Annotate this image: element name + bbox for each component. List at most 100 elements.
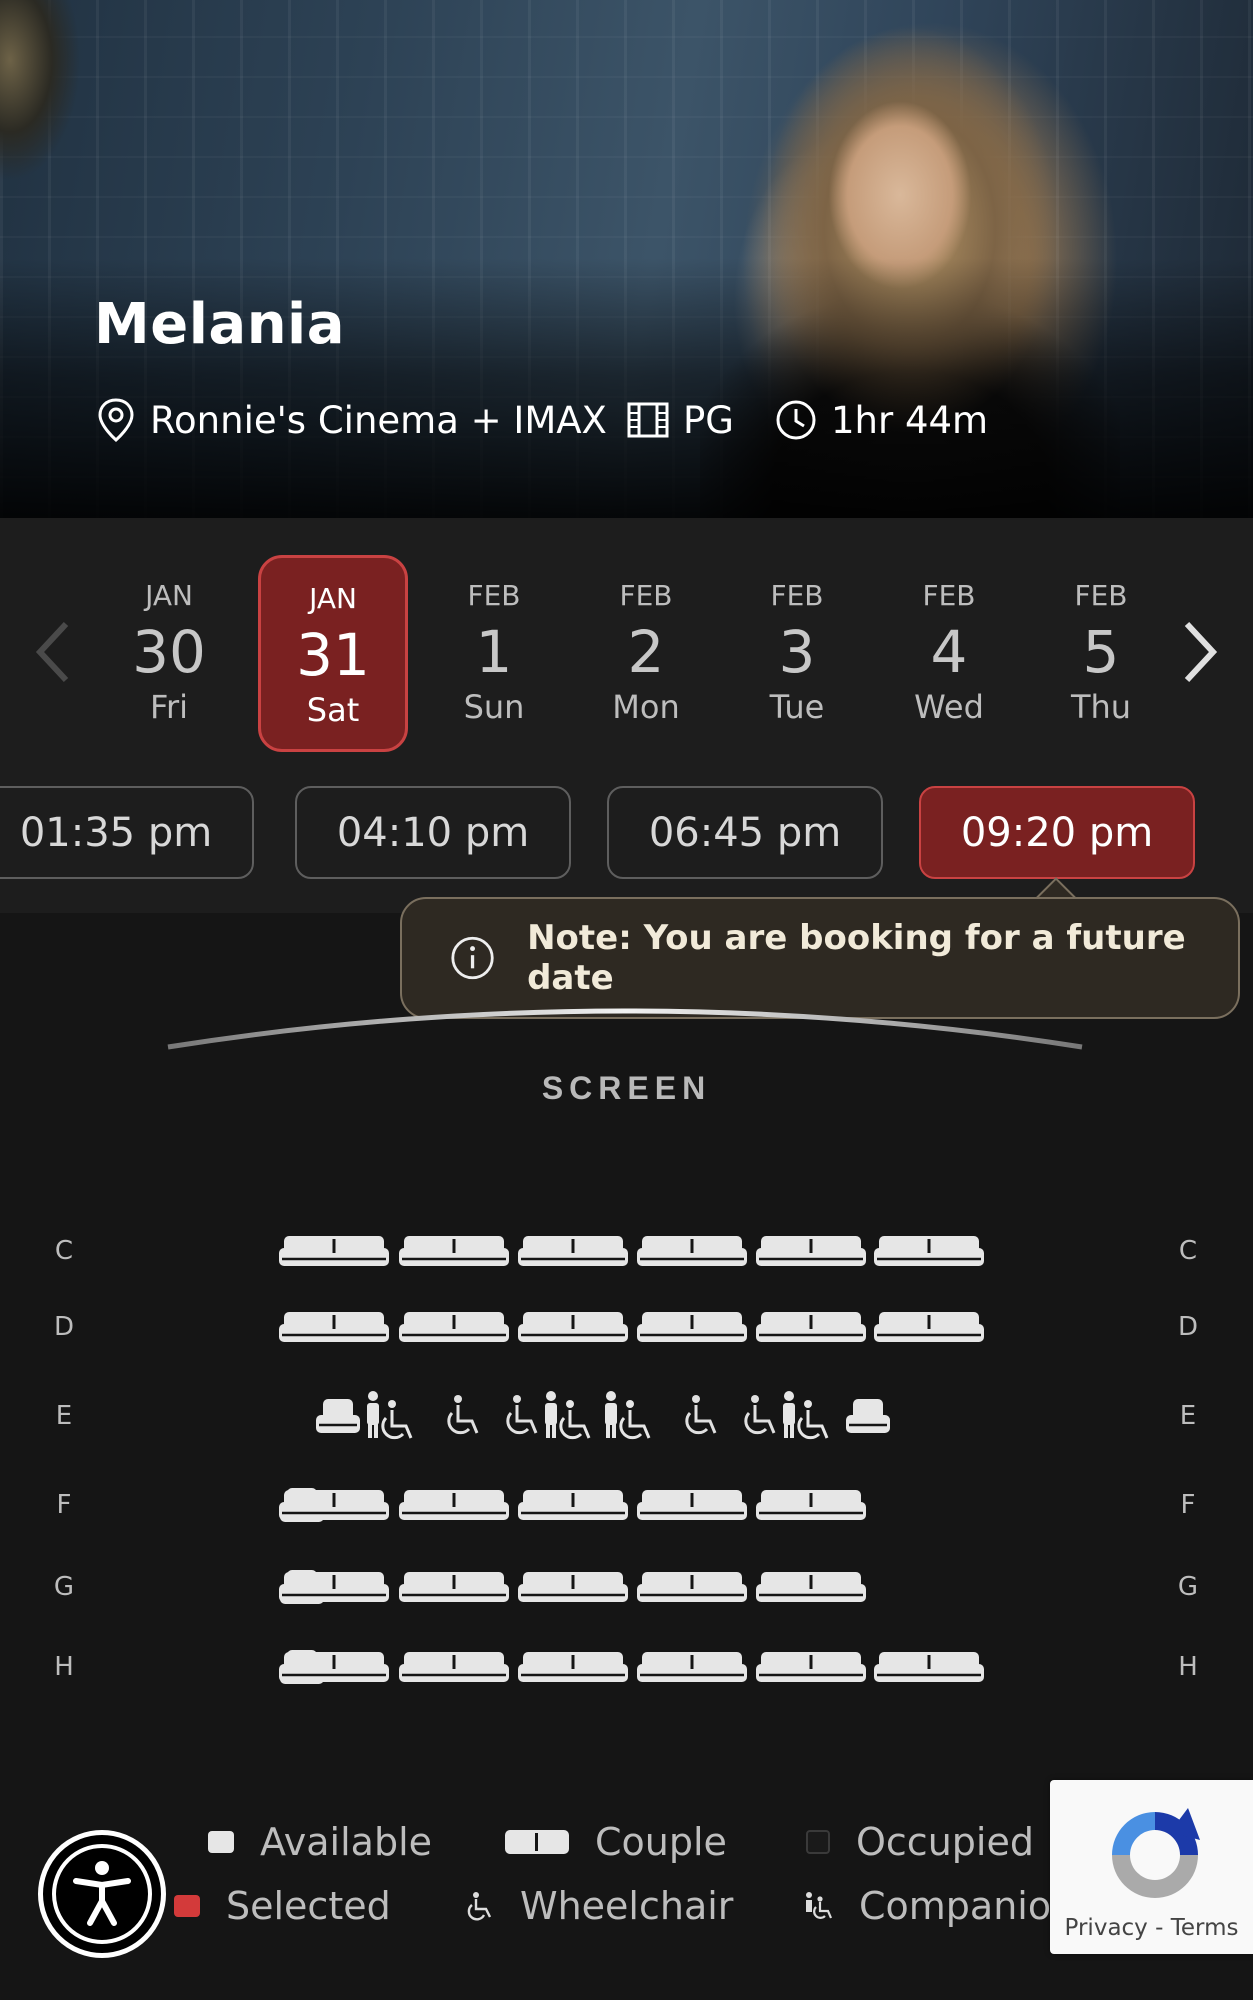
date-item-feb-3[interactable]: FEB 3 Tue <box>722 555 872 752</box>
couple-seat[interactable] <box>517 1234 629 1270</box>
clock-icon <box>776 400 816 440</box>
date-month: JAN <box>145 579 193 612</box>
single-seat[interactable] <box>315 1397 361 1437</box>
couple-seat[interactable] <box>278 1234 390 1270</box>
couple-seat[interactable] <box>278 1650 390 1686</box>
wheelchair-seat[interactable] <box>739 1393 779 1441</box>
couple-seat[interactable] <box>398 1570 510 1606</box>
single-seat[interactable] <box>845 1397 891 1437</box>
info-icon <box>451 936 494 980</box>
couple-seat[interactable] <box>755 1570 867 1606</box>
couple-seat[interactable] <box>873 1650 985 1686</box>
couple-seat[interactable] <box>636 1234 748 1270</box>
hero-lamp <box>0 0 90 250</box>
legend-companion-label: Companion <box>859 1884 1076 1928</box>
legend-available: Available <box>208 1820 432 1864</box>
row-label-f-left: F <box>56 1490 72 1520</box>
wheelchair-seat[interactable] <box>442 1393 482 1441</box>
companion-seat[interactable] <box>603 1390 657 1444</box>
location-pin-icon <box>98 398 134 442</box>
couple-seat[interactable] <box>755 1234 867 1270</box>
legend-selected: Selected <box>174 1884 391 1928</box>
runtime-meta: 1hr 44m <box>775 395 988 445</box>
couple-seat[interactable] <box>636 1650 748 1686</box>
legend-selected-label: Selected <box>226 1884 391 1928</box>
couple-seat[interactable] <box>517 1650 629 1686</box>
legend-available-swatch <box>208 1831 234 1853</box>
accessibility-button[interactable] <box>38 1830 166 1958</box>
date-month: FEB <box>922 579 976 612</box>
date-weekday: Fri <box>149 688 189 726</box>
rating-meta: PG <box>627 395 734 445</box>
couple-seat[interactable] <box>517 1570 629 1606</box>
couple-seat[interactable] <box>398 1650 510 1686</box>
screen-label: SCREEN <box>541 1070 712 1106</box>
legend-couple-swatch <box>505 1830 569 1854</box>
date-item-feb-1[interactable]: FEB 1 Sun <box>419 555 569 752</box>
movie-title: Melania <box>94 292 346 357</box>
row-label-c-right: C <box>1178 1236 1198 1266</box>
couple-seat[interactable] <box>398 1488 510 1524</box>
couple-seat[interactable] <box>755 1310 867 1346</box>
legend-companion: Companion <box>803 1884 1075 1928</box>
row-label-h-left: H <box>54 1652 74 1682</box>
recaptcha-badge[interactable]: Privacy - Terms <box>1050 1780 1253 1954</box>
legend-occupied: Occupied <box>806 1820 1034 1864</box>
couple-seat[interactable] <box>636 1570 748 1606</box>
couple-seat[interactable] <box>873 1310 985 1346</box>
date-day: 3 <box>778 618 816 686</box>
couple-seat[interactable] <box>398 1310 510 1346</box>
couple-seat[interactable] <box>517 1488 629 1524</box>
rating-text: PG <box>683 398 734 442</box>
companion-seat[interactable] <box>365 1390 419 1444</box>
date-item-feb-4[interactable]: FEB 4 Wed <box>874 555 1024 752</box>
companion-seat[interactable] <box>781 1390 835 1444</box>
cinema-meta: Ronnie's Cinema + IMAX <box>96 395 607 445</box>
row-label-c-left: C <box>54 1236 74 1266</box>
row-label-e-right: E <box>1179 1401 1197 1431</box>
couple-seat[interactable] <box>755 1488 867 1524</box>
recaptcha-links: Privacy - Terms <box>1050 1915 1253 1941</box>
date-day: 5 <box>1082 618 1120 686</box>
couple-seat[interactable] <box>398 1234 510 1270</box>
date-item-jan-30[interactable]: JAN 30 Fri <box>94 555 244 752</box>
couple-seat[interactable] <box>278 1488 390 1524</box>
recaptcha-privacy-link[interactable]: Privacy <box>1065 1915 1148 1941</box>
date-day: 30 <box>132 618 206 686</box>
date-item-feb-5[interactable]: FEB 5 Thu <box>1026 555 1176 752</box>
cinema-name: Ronnie's Cinema + IMAX <box>150 398 607 442</box>
wheelchair-seat[interactable] <box>680 1393 720 1441</box>
row-label-g-left: G <box>53 1572 75 1602</box>
row-label-d-right: D <box>1177 1312 1199 1342</box>
showtime-button[interactable]: 09:20 pm <box>919 786 1195 879</box>
couple-seat[interactable] <box>517 1310 629 1346</box>
companion-seat[interactable] <box>543 1390 597 1444</box>
date-day: 31 <box>296 621 370 689</box>
couple-seat[interactable] <box>636 1310 748 1346</box>
row-label-h-right: H <box>1178 1652 1198 1682</box>
row-label-d-left: D <box>53 1312 75 1342</box>
date-item-jan-31[interactable]: JAN 31 Sat <box>258 555 408 752</box>
accessibility-icon <box>73 1861 131 1926</box>
couple-seat[interactable] <box>873 1234 985 1270</box>
film-icon <box>627 402 669 438</box>
recaptcha-terms-link[interactable]: Terms <box>1171 1915 1239 1941</box>
chevron-right-icon[interactable] <box>1175 612 1225 692</box>
couple-seat[interactable] <box>278 1310 390 1346</box>
showtime-button[interactable]: 01:35 pm <box>0 786 254 879</box>
date-weekday: Mon <box>612 688 680 726</box>
accessibility-ring <box>52 1844 152 1944</box>
date-item-feb-2[interactable]: FEB 2 Mon <box>571 555 721 752</box>
legend-occupied-swatch <box>806 1830 830 1854</box>
legend-couple: Couple <box>505 1820 727 1864</box>
couple-seat[interactable] <box>636 1488 748 1524</box>
couple-seat[interactable] <box>278 1570 390 1606</box>
date-month: FEB <box>619 579 673 612</box>
wheelchair-seat[interactable] <box>501 1393 541 1441</box>
showtime-button[interactable]: 06:45 pm <box>607 786 883 879</box>
couple-seat[interactable] <box>755 1650 867 1686</box>
chevron-left-icon[interactable] <box>28 612 78 692</box>
date-weekday: Sun <box>463 688 525 726</box>
showtime-button[interactable]: 04:10 pm <box>295 786 571 879</box>
legend-occupied-label: Occupied <box>856 1820 1034 1864</box>
